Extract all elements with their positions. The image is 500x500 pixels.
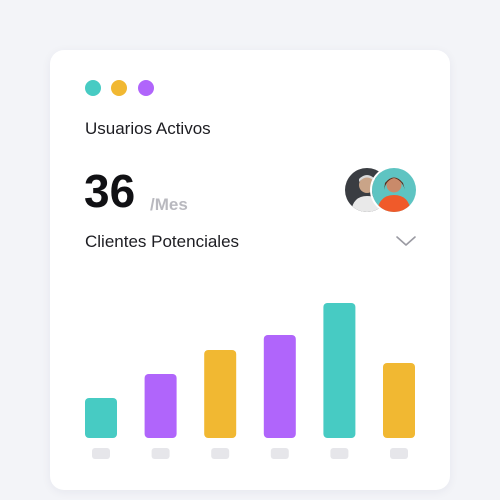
bar-chart bbox=[70, 290, 440, 470]
x-tick-placeholder-4 bbox=[270, 448, 289, 459]
metric-value: 36 bbox=[84, 165, 136, 217]
active-users-card: Usuarios Activos 36 /Mes Clientes Potenc… bbox=[50, 50, 450, 490]
chart-bar-2 bbox=[144, 374, 177, 438]
window-dot-yellow bbox=[111, 80, 127, 96]
dropdown-label: Clientes Potenciales bbox=[85, 232, 240, 251]
x-tick-placeholder-2 bbox=[151, 448, 170, 459]
x-tick-placeholder-3 bbox=[211, 448, 230, 459]
chart-bar-5 bbox=[323, 303, 356, 438]
x-tick-placeholder-6 bbox=[390, 448, 408, 459]
chart-bar-1 bbox=[85, 398, 117, 438]
x-tick-placeholder-5 bbox=[330, 448, 349, 459]
chart-bar-6 bbox=[383, 363, 415, 438]
x-tick-placeholder-1 bbox=[92, 448, 110, 459]
metric-unit: /Mes bbox=[150, 195, 188, 214]
chart-bar-4 bbox=[263, 335, 296, 438]
card-title: Usuarios Activos bbox=[85, 119, 211, 138]
leads-dropdown[interactable]: Clientes Potenciales bbox=[85, 230, 417, 256]
window-dot-teal bbox=[85, 80, 101, 96]
window-dot-purple bbox=[138, 80, 154, 96]
avatar-2-icon[interactable] bbox=[370, 166, 418, 214]
avatar-group[interactable] bbox=[343, 166, 418, 214]
chevron-down-icon[interactable] bbox=[395, 234, 417, 248]
chart-bar-3 bbox=[204, 350, 237, 438]
bar-chart-svg bbox=[85, 303, 415, 459]
